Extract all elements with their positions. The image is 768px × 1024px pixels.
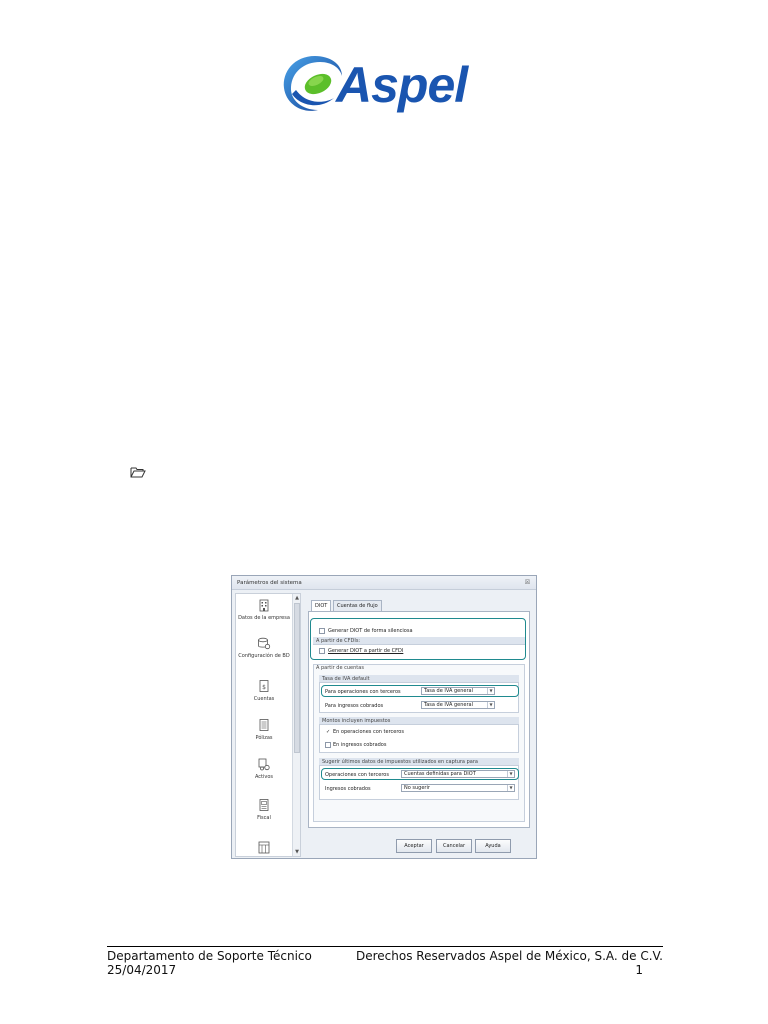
cuentas-section-header: A partir de cuentas <box>316 665 364 671</box>
accept-button[interactable]: Aceptar <box>396 839 432 853</box>
sidebar-label: Fiscal <box>257 815 271 821</box>
tab-cuentas-de-flujo[interactable]: Cuentas de flujo <box>333 600 382 611</box>
folder-open-icon <box>130 467 146 478</box>
sidebar-label: Pólizas <box>255 735 273 741</box>
asset-icon <box>258 758 270 771</box>
cancel-button[interactable]: Cancelar <box>436 839 472 853</box>
montos-header: Montos incluyen impuestos <box>319 717 519 725</box>
sidebar-label: Configuración de BD <box>238 653 290 659</box>
sidebar-item-activos[interactable]: Activos <box>236 757 292 780</box>
aspel-logo: Aspel <box>280 46 490 122</box>
footer-rights: Derechos Reservados Aspel de México, S.A… <box>355 949 663 963</box>
sugerir-header: Sugerir últimos datos de impuestos utili… <box>319 758 519 766</box>
ingresos-select[interactable]: Tasa de IVA general ▼ <box>421 701 495 709</box>
highlight-frame <box>310 618 526 660</box>
check-mark-icon[interactable]: ✓ <box>326 729 330 735</box>
sidebar-item-configuracion-bd[interactable]: Configuración de BD <box>236 636 292 659</box>
sug-ing-label: Ingresos cobrados <box>325 786 371 792</box>
highlight-frame <box>321 685 519 697</box>
sidebar-item-empresa[interactable]: Datos de la empresa <box>236 598 292 621</box>
report-grid-icon[interactable] <box>257 840 271 854</box>
fiscal-document-icon <box>259 799 269 811</box>
scroll-thumb[interactable] <box>294 603 300 753</box>
footer-date: 25/04/2017 <box>107 963 177 977</box>
scroll-down-icon[interactable]: ▼ <box>294 849 300 855</box>
aspel-wordmark: Aspel <box>336 57 468 113</box>
sug-ing-select[interactable]: No sugerir ▼ <box>401 784 515 792</box>
close-icon[interactable]: ☒ <box>524 579 531 586</box>
sidebar-label: Datos de la empresa <box>238 615 290 621</box>
footer-department: Departamento de Soporte Técnico <box>107 949 312 963</box>
sidebar-item-fiscal[interactable]: Fiscal <box>236 798 292 821</box>
database-gear-icon <box>258 637 271 650</box>
footer-rule <box>107 946 663 947</box>
sug-ing-value: No sugerir <box>404 785 430 791</box>
system-parameters-dialog: Parámetros del sistema ☒ Datos de la emp… <box>231 575 537 859</box>
parameters-sidebar: Datos de la empresa Configuración de BD … <box>235 593 301 857</box>
ledger-icon: $ <box>259 680 269 692</box>
montos-ops-label: En operaciones con terceros <box>333 729 404 735</box>
dialog-content: DIOT Cuentas de flujo Generar DIOT de fo… <box>305 600 533 830</box>
sidebar-label: Cuentas <box>253 696 275 702</box>
document-icon <box>259 719 269 731</box>
chevron-down-icon[interactable]: ▼ <box>507 785 514 791</box>
svg-text:$: $ <box>262 684 266 691</box>
chevron-down-icon[interactable]: ▼ <box>487 702 494 708</box>
ingresos-value: Tasa de IVA general <box>424 702 473 708</box>
tasa-iva-header: Tasa de IVA default <box>319 675 519 683</box>
sidebar-scrollbar[interactable]: ▲ ▼ <box>292 594 300 856</box>
highlight-frame <box>321 768 519 780</box>
footer-page-number: 1 <box>635 963 643 977</box>
help-button[interactable]: Ayuda <box>475 839 511 853</box>
sidebar-item-cuentas[interactable]: $ Cuentas <box>236 679 292 702</box>
dialog-titlebar: Parámetros del sistema ☒ <box>232 576 536 590</box>
sidebar-item-polizas[interactable]: Pólizas <box>236 718 292 741</box>
dialog-title: Parámetros del sistema <box>237 580 302 586</box>
scroll-up-icon[interactable]: ▲ <box>294 595 300 601</box>
montos-ingresos-checkbox[interactable] <box>325 742 331 748</box>
tab-panel-diot: Generar DIOT de forma silenciosa A parti… <box>308 611 530 828</box>
sidebar-label: Activos <box>254 774 274 780</box>
building-icon <box>259 599 269 612</box>
montos-ingresos-label: En ingresos cobrados <box>333 742 387 748</box>
ingresos-label: Para ingresos cobrados <box>325 703 384 709</box>
